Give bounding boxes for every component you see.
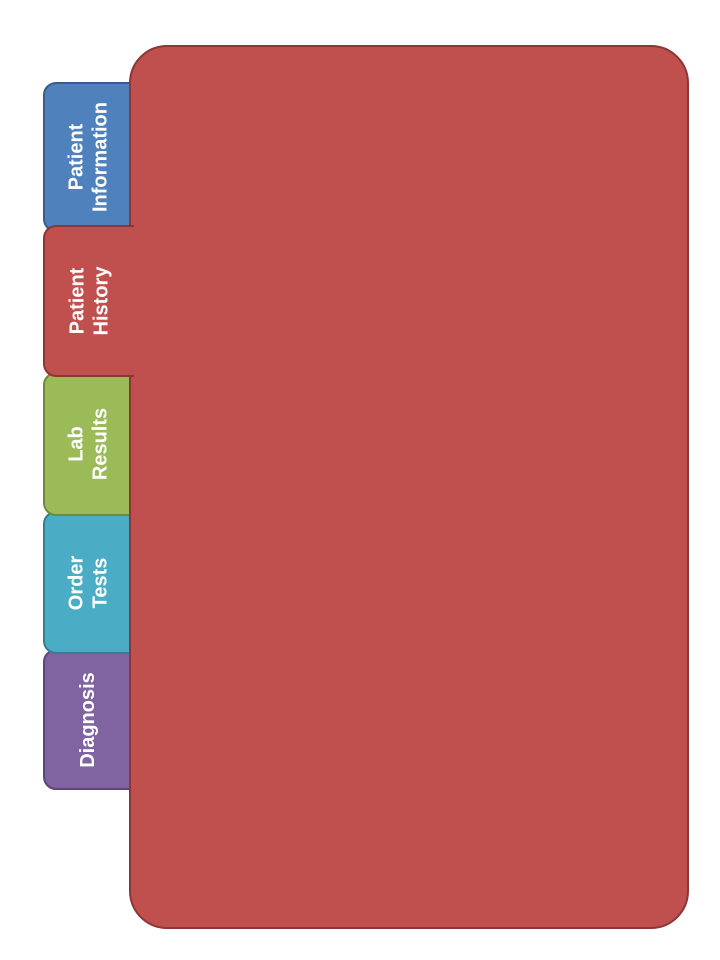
tab-order-tests[interactable]: Order Tests [43, 511, 135, 654]
tab-patient-history[interactable]: Patient History [43, 225, 134, 377]
tab-label: Diagnosis [77, 671, 100, 768]
tab-content-panel [129, 45, 689, 929]
tab-label: Patient History [65, 266, 112, 336]
tab-diagnosis[interactable]: Diagnosis [43, 649, 135, 790]
tab-label: Lab Results [65, 407, 111, 481]
tab-lab-results[interactable]: Lab Results [43, 372, 135, 516]
tab-label: Order Tests [65, 555, 111, 610]
tab-label: Patient Information [65, 102, 111, 212]
tab-patient-information[interactable]: Patient Information [43, 82, 135, 232]
